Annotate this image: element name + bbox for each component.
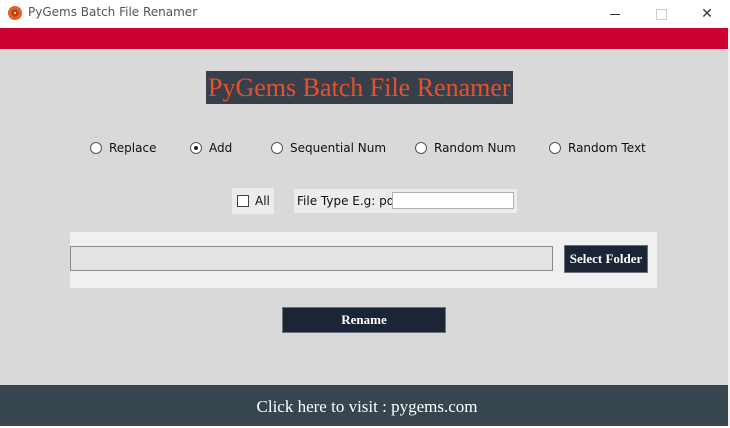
pygems-logo-icon bbox=[8, 6, 22, 20]
title-bar: PyGems Batch File Renamer ✕ bbox=[0, 0, 730, 28]
radio-label: Sequential Num bbox=[290, 141, 387, 155]
radio-add[interactable]: Add bbox=[190, 139, 232, 157]
close-button[interactable]: ✕ bbox=[684, 0, 730, 28]
file-type-group: File Type E.g: pdf bbox=[294, 189, 517, 213]
radio-sequential-num[interactable]: Sequential Num bbox=[271, 139, 386, 157]
radio-button[interactable] bbox=[190, 142, 202, 154]
app-heading: PyGems Batch File Renamer bbox=[206, 71, 513, 104]
website-link[interactable]: Click here to visit : pygems.com bbox=[0, 385, 728, 426]
radio-button[interactable] bbox=[90, 142, 102, 154]
folder-path-input[interactable] bbox=[70, 246, 553, 271]
radio-random-text[interactable]: Random Text bbox=[549, 139, 646, 157]
file-type-label: File Type E.g: pdf bbox=[297, 194, 399, 208]
radio-button[interactable] bbox=[271, 142, 283, 154]
main-panel: PyGems Batch File Renamer Replace Add Se… bbox=[0, 49, 728, 385]
radio-replace[interactable]: Replace bbox=[90, 139, 156, 157]
all-checkbox[interactable] bbox=[237, 195, 249, 207]
file-type-input[interactable] bbox=[392, 192, 514, 209]
radio-button[interactable] bbox=[549, 142, 561, 154]
all-label: All bbox=[255, 194, 270, 208]
radio-label: Replace bbox=[109, 141, 157, 155]
minimize-button[interactable] bbox=[592, 0, 638, 28]
accent-strip bbox=[0, 28, 728, 49]
all-checkbox-group[interactable]: All bbox=[232, 188, 274, 214]
radio-random-num[interactable]: Random Num bbox=[415, 139, 516, 157]
rename-button[interactable]: Rename bbox=[282, 307, 446, 333]
radio-button[interactable] bbox=[415, 142, 427, 154]
select-folder-button[interactable]: Select Folder bbox=[564, 245, 648, 273]
close-icon: ✕ bbox=[701, 6, 713, 22]
folder-panel: Select Folder bbox=[70, 232, 657, 288]
maximize-icon bbox=[655, 8, 667, 20]
maximize-button[interactable] bbox=[638, 0, 684, 28]
radio-label: Random Num bbox=[434, 141, 516, 155]
window-title: PyGems Batch File Renamer bbox=[28, 5, 198, 19]
radio-label: Random Text bbox=[568, 141, 646, 155]
radio-label: Add bbox=[209, 141, 233, 155]
minimize-icon bbox=[610, 13, 620, 15]
footer-bar: Click here to visit : pygems.com bbox=[0, 385, 728, 426]
